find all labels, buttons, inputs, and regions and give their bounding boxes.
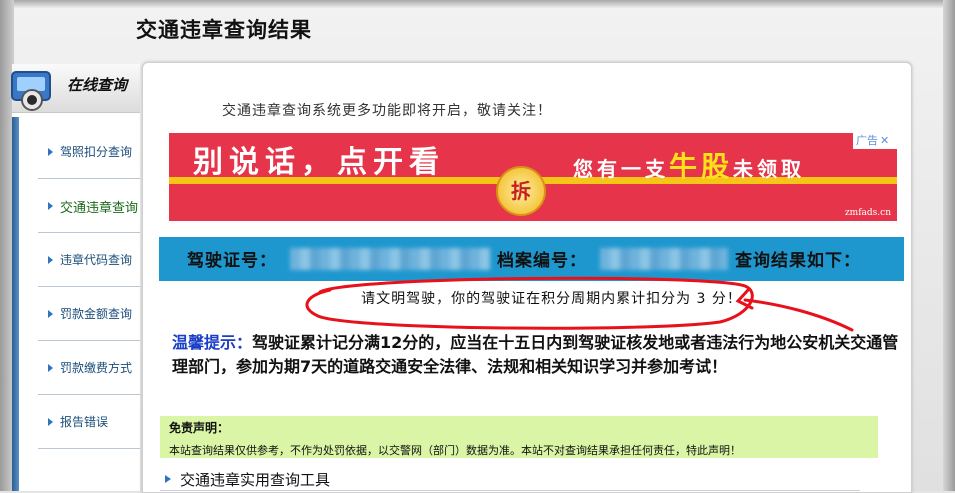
arrow-right-icon	[48, 256, 53, 264]
sidebar-item-payment-methods[interactable]: 罚款缴费方式	[38, 342, 140, 395]
sidebar-item-label: 违章代码查询	[60, 253, 133, 267]
sidebar-item-fine-amount[interactable]: 罚款金额查询	[38, 288, 140, 341]
warm-tip-title: 温馨提示：	[172, 333, 253, 352]
disclaimer-body: 本站查询结果仅供参考，不作为处罚依据，以交警网（部门）数据为准。本站不对查询结果…	[169, 444, 741, 457]
warm-tip: 温馨提示：驾驶证累计记分满12分的，应当在十五日内到驾驶证核发地或者违法行为地公…	[172, 331, 902, 379]
arrow-right-icon	[48, 364, 53, 372]
sidebar-accent-bar	[12, 117, 19, 491]
ad-right-highlight: 牛股	[669, 150, 734, 183]
ad-badge[interactable]: 广告 ✕	[853, 133, 897, 149]
license-label: 驾驶证号：	[187, 251, 277, 271]
license-number-blurred	[290, 248, 490, 270]
arrow-right-icon	[48, 310, 53, 318]
sidebar-item-violation-query[interactable]: 交通违章查询	[38, 180, 140, 233]
arrow-right-icon	[48, 202, 53, 210]
sidebar-item-label: 罚款金额查询	[60, 307, 133, 321]
file-label: 档案编号：	[497, 251, 587, 271]
right-rail	[943, 0, 955, 491]
ad-left-text: 别说话，点开看	[193, 145, 445, 180]
sidebar-header-label: 在线查询	[67, 76, 128, 94]
sidebar-item-license-points[interactable]: 驾照扣分查询	[38, 126, 140, 179]
ad-domain: zmfads.cn	[844, 208, 891, 218]
disclaimer-title: 免责声明：	[169, 421, 230, 435]
warm-tip-body: 驾驶证累计记分满12分的，应当在十五日内到驾驶证核发地或者违法行为地公安机关交通…	[172, 333, 899, 376]
top-strip	[14, 0, 943, 8]
ad-right-post: 未领取	[733, 157, 806, 181]
sidebar-item-label: 报告错误	[60, 415, 109, 429]
disclaimer-box: 免责声明： 本站查询结果仅供参考，不作为处罚依据，以交警网（部门）数据为准。本站…	[160, 416, 878, 458]
sidebar-item-label: 交通违章查询	[60, 201, 139, 216]
close-icon[interactable]: ✕	[880, 134, 889, 147]
result-label: 查询结果如下：	[735, 251, 861, 271]
arrow-right-icon	[48, 148, 53, 156]
sidebar-item-report-error[interactable]: 报告错误	[38, 396, 140, 449]
sidebar-item-label: 罚款缴费方式	[60, 361, 133, 375]
sidebar-item-violation-code[interactable]: 违章代码查询	[38, 234, 140, 287]
red-circle-annotation	[305, 276, 854, 332]
ad-right-text: 您有一支牛股未领取	[573, 145, 805, 185]
notice-text: 交通违章查询系统更多功能即将开启，敬请关注！	[222, 103, 552, 119]
ad-coin-icon: 拆	[496, 166, 546, 216]
arrow-right-icon	[165, 475, 171, 483]
tools-heading[interactable]: 交通违章实用查询工具	[160, 468, 860, 491]
ad-badge-label: 广告	[856, 134, 878, 147]
arrow-right-icon	[48, 418, 53, 426]
ad-right-pre: 您有一支	[573, 157, 669, 181]
sidebar-item-label: 驾照扣分查询	[60, 145, 133, 159]
file-number-blurred	[600, 248, 728, 270]
page-title: 交通违章查询结果	[136, 18, 312, 42]
tools-heading-label: 交通违章实用查询工具	[180, 471, 331, 489]
ad-banner[interactable]: 别说话，点开看 拆 您有一支牛股未领取 广告 ✕ zmfads.cn	[169, 133, 897, 221]
camera-icon	[11, 71, 51, 111]
